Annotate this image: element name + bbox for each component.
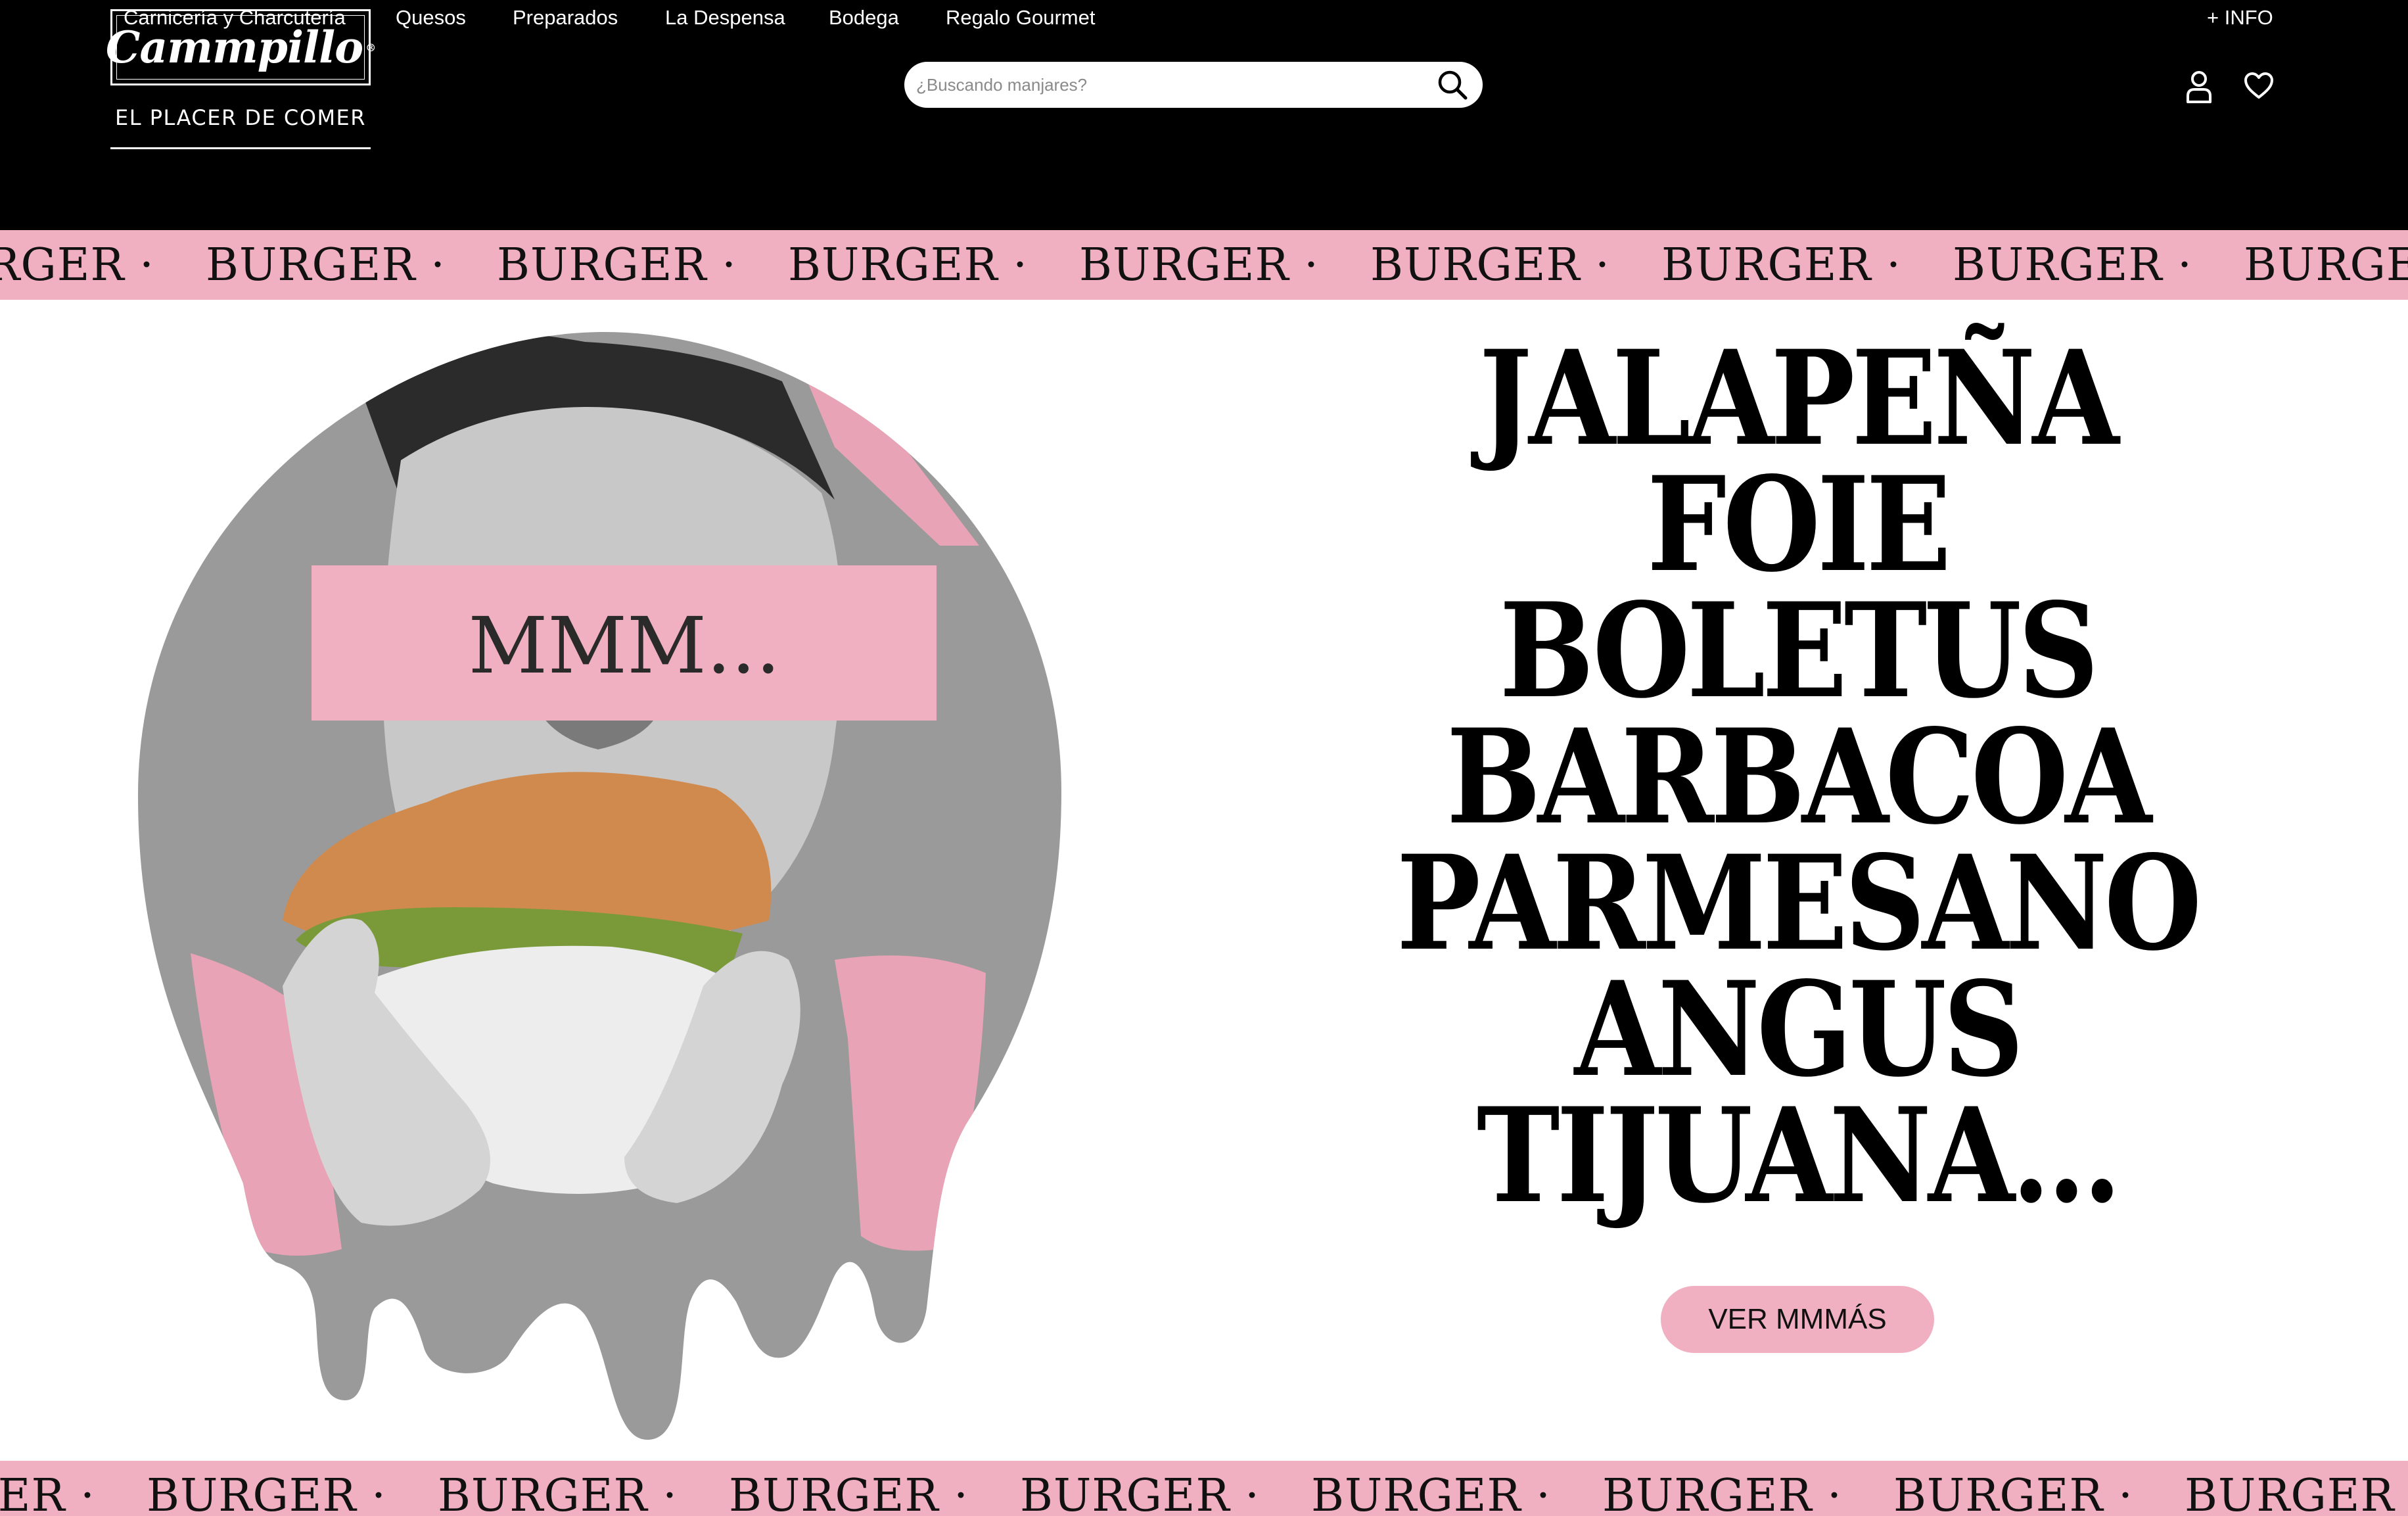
ticker-item: BURGER ·	[1020, 1470, 1260, 1516]
search-bar	[904, 62, 1483, 108]
ticker-item: BURGER ·	[1079, 239, 1319, 291]
wishlist-button[interactable]	[2240, 66, 2278, 105]
site-header: Cammpillo® EL PLACER DE COMER Carnicería…	[0, 0, 2408, 230]
search-input[interactable]	[916, 71, 1416, 99]
ticker-item: BURGER ·	[147, 1470, 386, 1516]
ticker-item: BURGER ·	[1661, 239, 1901, 291]
nav-info[interactable]: + INFO	[2207, 0, 2273, 36]
ticker-item: BURGER ·	[0, 239, 154, 291]
ticker-item: BURGER ·	[729, 1470, 969, 1516]
hero-image: MMM...	[138, 332, 1061, 1440]
hero-headline: JALAPEÑA FOIE BOLETUS BARBACOA PARMESANO…	[1314, 321, 2281, 1232]
nav-quesos[interactable]: Quesos	[396, 0, 466, 36]
headline-line-2: FOIE	[1646, 448, 1951, 601]
ticker-item: BURGER ·	[2185, 1470, 2408, 1516]
ticker-item: BURGER ·	[2244, 239, 2408, 291]
headline-line-3: BOLETUS	[1499, 574, 2098, 727]
ticker-item: BURGER ·	[1311, 1470, 1551, 1516]
ticker-item: BURGER ·	[1953, 239, 2192, 291]
search-button[interactable]	[1433, 66, 1472, 104]
tagline-divider	[110, 147, 371, 149]
ticker-banner-top: BURGER · BURGER · BURGER · BURGER · BURGER ·…	[0, 230, 2408, 300]
headline-line-1: JALAPEÑA	[1479, 321, 2119, 475]
headline-line-6: ANGUS	[1574, 953, 2024, 1106]
ticker-item: BURGER ·	[206, 239, 446, 291]
ver-mas-button[interactable]: VER MMMÁS	[1661, 1286, 1934, 1353]
heart-icon	[2244, 72, 2273, 99]
magnifier-icon	[1438, 70, 1468, 100]
ticker-item: BURGER ·	[788, 239, 1028, 291]
ticker-item: BURGER ·	[1893, 1470, 2133, 1516]
ticker-item: BURGER ·	[497, 239, 737, 291]
ticker-item: BURGER ·	[1602, 1470, 1842, 1516]
ticker-banner-bottom: BURGER · BURGER · BURGER · BURGER · BURGER ·…	[0, 1461, 2408, 1516]
registered-mark: ®	[365, 41, 376, 54]
ticker-item: BURGER ·	[438, 1470, 678, 1516]
headline-line-7: TIJUANA...	[1476, 1079, 2121, 1232]
nav-regalo-gourmet[interactable]: Regalo Gourmet	[946, 0, 1095, 36]
nav-preparados[interactable]: Preparados	[513, 0, 618, 36]
brand-tagline: EL PLACER DE COMER	[115, 105, 366, 130]
account-button[interactable]	[2182, 66, 2216, 108]
ticker-item: BURGER ·	[1370, 239, 1610, 291]
ticker-item: BURGER ·	[0, 1470, 95, 1516]
headline-line-5: PARMESANO	[1396, 826, 2202, 980]
user-icon	[2187, 71, 2211, 103]
nav-la-despensa[interactable]: La Despensa	[665, 0, 785, 36]
nav-bodega[interactable]: Bodega	[829, 0, 899, 36]
nav-carniceria[interactable]: Carnicería y Charcutería	[124, 0, 346, 36]
mmm-overlay-text: MMM...	[469, 600, 781, 691]
headline-line-4: BARBACOA	[1446, 700, 2152, 853]
